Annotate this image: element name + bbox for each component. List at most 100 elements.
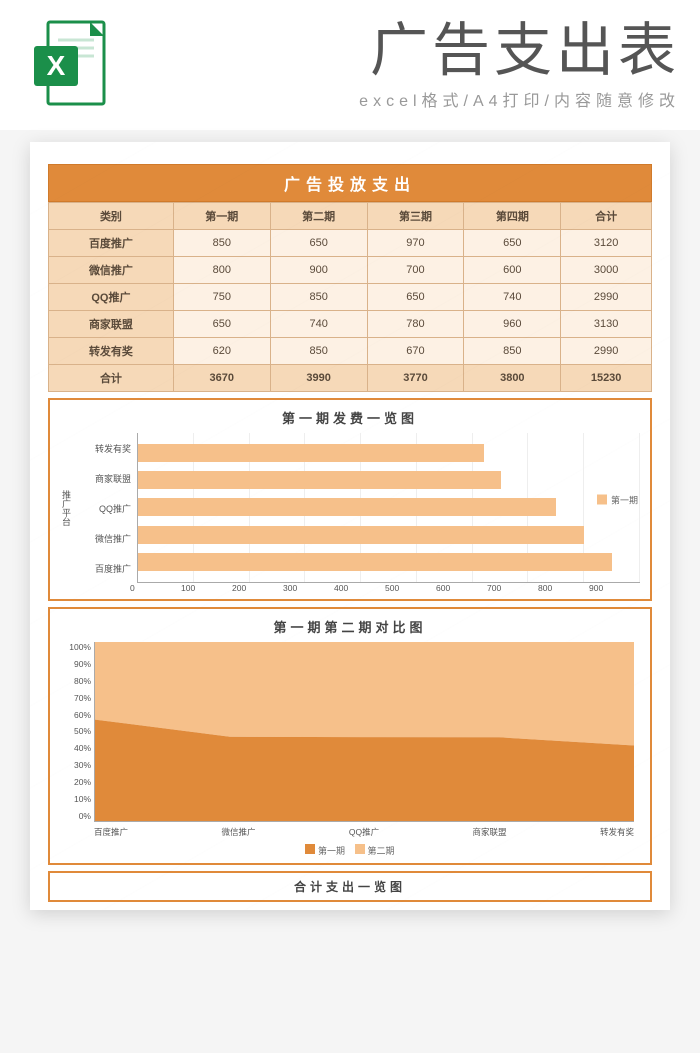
cell: 850 [173,230,270,257]
sheet-title: 广告投放支出 [48,164,652,202]
ytick: 10% [61,794,91,804]
bar-category-labels: 转发有奖商家联盟 QQ推广微信推广百度推广 [77,433,137,583]
bar-category: QQ推广 [77,502,131,515]
ytick: 70% [61,693,91,703]
cell: 740 [270,311,367,338]
svg-text:X: X [47,50,66,81]
cell: 850 [464,338,561,365]
bar-category: 微信推广 [77,532,131,545]
cell: 900 [270,257,367,284]
cell: 670 [367,338,464,365]
xtick: 百度推广 [94,826,128,838]
col-header: 第一期 [173,203,270,230]
cell: 3770 [367,365,464,392]
ytick: 20% [61,777,91,787]
cell: 3670 [173,365,270,392]
document-page: 广告投放支出 类别 第一期 第二期 第三期 第四期 合计 百度推广8506509… [30,142,670,910]
cell: 650 [464,230,561,257]
ytick: 80% [61,676,91,686]
bar [138,444,484,462]
xtick: 600 [436,583,487,593]
bar-category: 商家联盟 [77,472,131,485]
bar-category: 百度推广 [77,562,131,575]
table-row: 转发有奖6208506708502990 [49,338,652,365]
area-legend-2: 第二期 [368,846,395,856]
bar [138,553,612,571]
xtick: 0 [130,583,181,593]
area-chart-box: 第一期第二期对比图 0%10%20%30%40%50%60%70%80%90%1… [48,607,652,865]
row-label: 百度推广 [49,230,174,257]
xtick: QQ推广 [349,826,379,838]
cell: 650 [173,311,270,338]
row-label: QQ推广 [49,284,174,311]
table-header-row: 类别 第一期 第二期 第三期 第四期 合计 [49,203,652,230]
cell: 850 [270,338,367,365]
cell: 740 [464,284,561,311]
legend-swatch-icon [597,495,607,505]
table-row: QQ推广7508506507402990 [49,284,652,311]
col-header: 类别 [49,203,174,230]
xtick: 400 [334,583,385,593]
ytick: 90% [61,659,91,669]
ytick: 0% [61,811,91,821]
bar-plot-area [137,433,640,583]
ytick: 60% [61,710,91,720]
bar [138,498,556,516]
cell: 700 [367,257,464,284]
template-header: X 广告支出表 excel格式/A4打印/内容随意修改 [0,0,700,130]
xtick: 商家联盟 [473,826,507,838]
area-svg [95,642,634,821]
cell: 2990 [561,284,652,311]
xtick: 700 [487,583,538,593]
expense-table: 类别 第一期 第二期 第三期 第四期 合计 百度推广85065097065031… [48,202,652,392]
cell: 780 [367,311,464,338]
cell: 3000 [561,257,652,284]
cell: 850 [270,284,367,311]
cell: 600 [464,257,561,284]
legend-swatch-icon [305,844,315,854]
cell: 970 [367,230,464,257]
cell: 650 [270,230,367,257]
bar-chart-box: 第一期发费一览图 推广平台 转发有奖商家联盟QQ推广微信推广百度推广 01002… [48,398,652,601]
cell: 750 [173,284,270,311]
bar-chart-title: 第一期发费一览图 [60,408,640,427]
legend-swatch-icon [355,844,365,854]
xtick: 转发有奖 [600,826,634,838]
xtick: 800 [538,583,589,593]
ytick: 30% [61,760,91,770]
area-xaxis-ticks: 百度推广 微信推广 QQ推广 商家联盟 转发有奖 [94,826,634,838]
row-label: 商家联盟 [49,311,174,338]
cell: 620 [173,338,270,365]
col-header: 第四期 [464,203,561,230]
cell: 3130 [561,311,652,338]
bar-yaxis-label: 推广平台 [60,433,77,583]
col-header: 合计 [561,203,652,230]
cell: 650 [367,284,464,311]
bar-xaxis-ticks: 0100200300400500600700800900 [130,583,640,593]
xtick: 微信推广 [221,826,255,838]
ytick: 40% [61,743,91,753]
area-chart-title: 第一期第二期对比图 [60,617,640,636]
ytick: 100% [61,642,91,652]
area-yaxis-ticks: 0%10%20%30%40%50%60%70%80%90%100% [61,642,91,821]
bar [138,526,584,544]
cell: 3120 [561,230,652,257]
row-label: 合计 [49,365,174,392]
table-row: 百度推广8506509706503120 [49,230,652,257]
area-legend-1: 第一期 [318,846,345,856]
bar [138,471,501,489]
cell: 2990 [561,338,652,365]
area-plot-area: 0%10%20%30%40%50%60%70%80%90%100% [94,642,634,822]
table-total-row: 合计367039903770380015230 [49,365,652,392]
cell: 3990 [270,365,367,392]
bar-legend-label: 第一期 [611,493,638,506]
bottom-chart-title: 合计支出一览图 [48,871,652,902]
bar-category: 转发有奖 [77,442,131,455]
col-header: 第二期 [270,203,367,230]
row-label: 微信推广 [49,257,174,284]
row-label: 转发有奖 [49,338,174,365]
area-legend: 第一期 第二期 [60,844,640,857]
xtick: 900 [589,583,640,593]
cell: 15230 [561,365,652,392]
cell: 960 [464,311,561,338]
